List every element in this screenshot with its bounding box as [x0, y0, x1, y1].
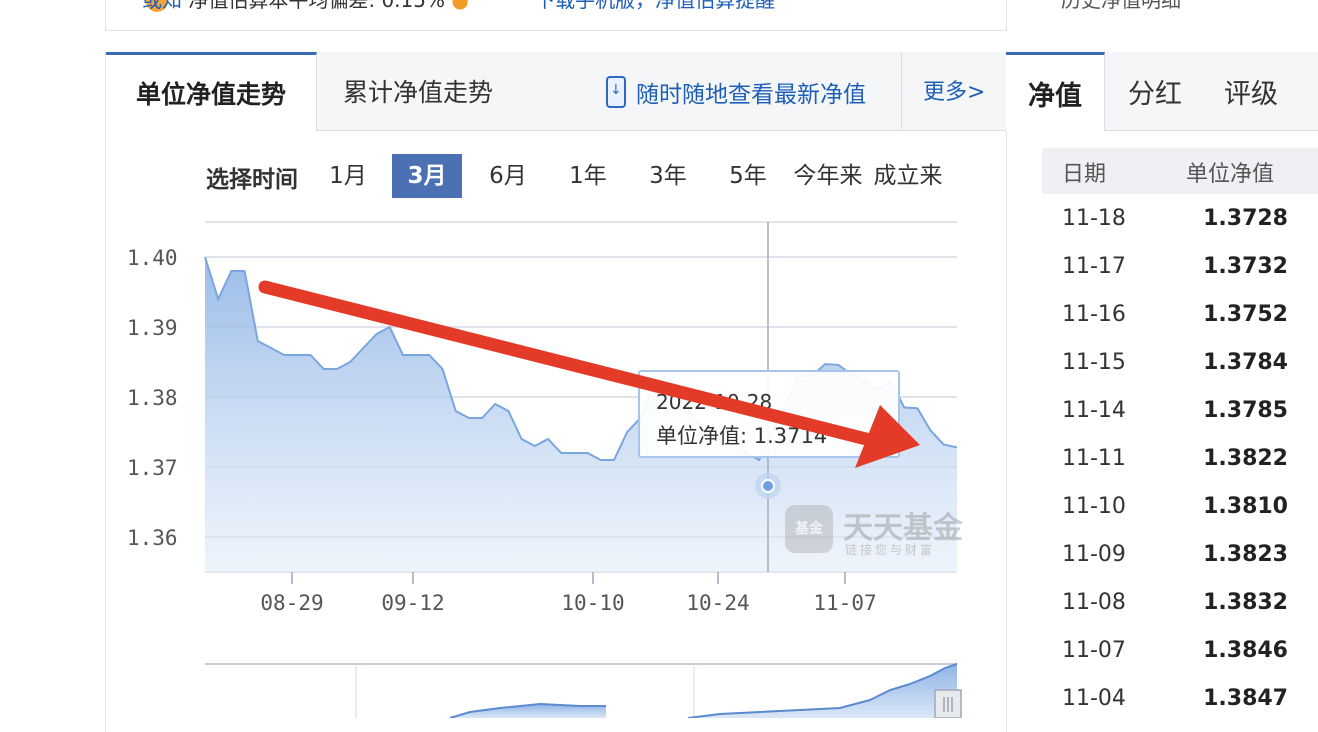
- row-unit-nav: 1.3810: [1203, 494, 1288, 519]
- nav-table-row: 11-10 1.3810: [1042, 484, 1318, 532]
- arrow-shaft: [258, 280, 877, 447]
- row-unit-nav: 1.3784: [1203, 350, 1288, 375]
- row-date: 11-15: [1062, 350, 1126, 375]
- row-unit-nav: 1.3846: [1203, 638, 1288, 663]
- nav-table-header: 日期 单位净值: [1042, 148, 1318, 194]
- nav-table-row: 11-16 1.3752: [1042, 292, 1318, 340]
- nav-table-row: 11-07 1.3846: [1042, 628, 1318, 676]
- tab-rating[interactable]: 评级: [1224, 52, 1278, 130]
- row-unit-nav: 1.3847: [1203, 686, 1288, 711]
- row-date: 11-09: [1062, 542, 1126, 567]
- row-date: 11-18: [1062, 206, 1126, 231]
- row-date: 11-07: [1062, 638, 1126, 663]
- row-date: 11-08: [1062, 590, 1126, 615]
- nav-table-row: 11-09 1.3823: [1042, 532, 1318, 580]
- tab-nav[interactable]: 净值: [1006, 52, 1105, 131]
- row-date: 11-10: [1062, 494, 1126, 519]
- row-unit-nav: 1.3823: [1203, 542, 1288, 567]
- nav-table-row: 11-11 1.3822: [1042, 436, 1318, 484]
- tab-dividend[interactable]: 分红: [1128, 52, 1182, 130]
- row-date: 11-17: [1062, 254, 1126, 279]
- history-tabbar: 净值 分红 评级: [1006, 52, 1318, 131]
- row-unit-nav: 1.3785: [1203, 398, 1288, 423]
- nav-history-panel: 净值 分红 评级 日期 单位净值 11-18 1.3728 11-17 1.3732 1…: [1006, 52, 1318, 732]
- row-date: 11-04: [1062, 686, 1126, 711]
- row-date: 11-14: [1062, 398, 1126, 423]
- row-unit-nav: 1.3728: [1203, 206, 1288, 231]
- header-unit-nav: 单位净值: [1186, 162, 1275, 187]
- nav-table-row: 11-04 1.3847: [1042, 676, 1318, 724]
- row-date: 11-16: [1062, 302, 1126, 327]
- nav-table-row: 11-14 1.3785: [1042, 388, 1318, 436]
- row-unit-nav: 1.3732: [1203, 254, 1288, 279]
- row-unit-nav: 1.3822: [1203, 446, 1288, 471]
- nav-table-row: 11-08 1.3832: [1042, 580, 1318, 628]
- nav-table-row: 11-18 1.3728: [1042, 196, 1318, 244]
- row-unit-nav: 1.3832: [1203, 590, 1288, 615]
- header-date: 日期: [1062, 162, 1107, 187]
- nav-table-row: 11-17 1.3732: [1042, 244, 1318, 292]
- nav-table-row: 11-15 1.3784: [1042, 340, 1318, 388]
- row-date: 11-11: [1062, 446, 1126, 471]
- row-unit-nav: 1.3752: [1203, 302, 1288, 327]
